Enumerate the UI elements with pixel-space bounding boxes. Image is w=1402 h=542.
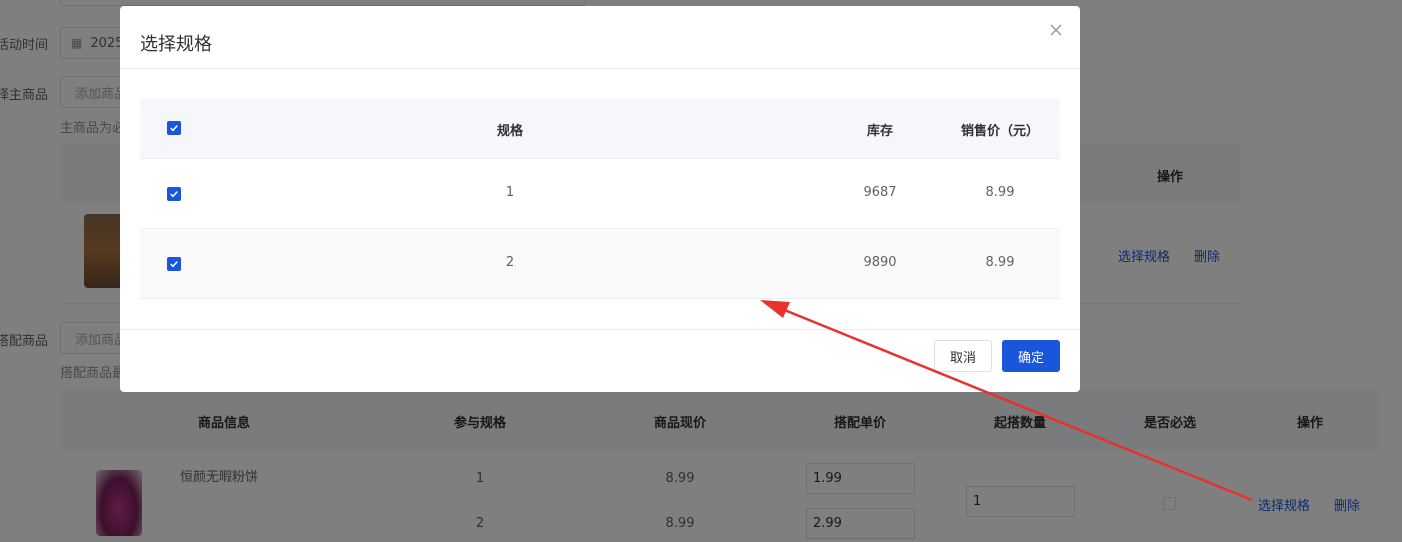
price-header: 销售价（元） bbox=[960, 124, 1039, 139]
close-icon[interactable] bbox=[1046, 20, 1066, 40]
spec-header: 规格 bbox=[496, 124, 523, 139]
select-spec-dialog: 选择规格 规格 库存 销售价（元） 1 9687 8.99 2 9890 8.9… bbox=[120, 6, 1080, 392]
stock-header: 库存 bbox=[866, 124, 893, 139]
spec-table-header: 规格 库存 销售价（元） bbox=[140, 99, 1060, 159]
dialog-title: 选择规格 bbox=[140, 34, 212, 55]
row-price: 8.99 bbox=[985, 255, 1015, 270]
row-spec: 2 bbox=[505, 255, 515, 270]
table-row[interactable]: 1 9687 8.99 bbox=[140, 159, 1060, 229]
row-checkbox[interactable] bbox=[167, 187, 181, 201]
row-stock: 9890 bbox=[863, 255, 897, 270]
row-stock: 9687 bbox=[863, 185, 897, 200]
row-checkbox[interactable] bbox=[167, 257, 181, 271]
select-all-checkbox[interactable] bbox=[167, 121, 181, 135]
table-row[interactable]: 2 9890 8.99 bbox=[140, 229, 1060, 299]
dialog-header-divider bbox=[120, 68, 1080, 69]
dialog-footer-divider bbox=[120, 329, 1080, 330]
row-price: 8.99 bbox=[985, 185, 1015, 200]
confirm-button[interactable]: 确定 bbox=[1002, 340, 1060, 372]
row-spec: 1 bbox=[505, 185, 515, 200]
cancel-button[interactable]: 取消 bbox=[934, 340, 992, 372]
